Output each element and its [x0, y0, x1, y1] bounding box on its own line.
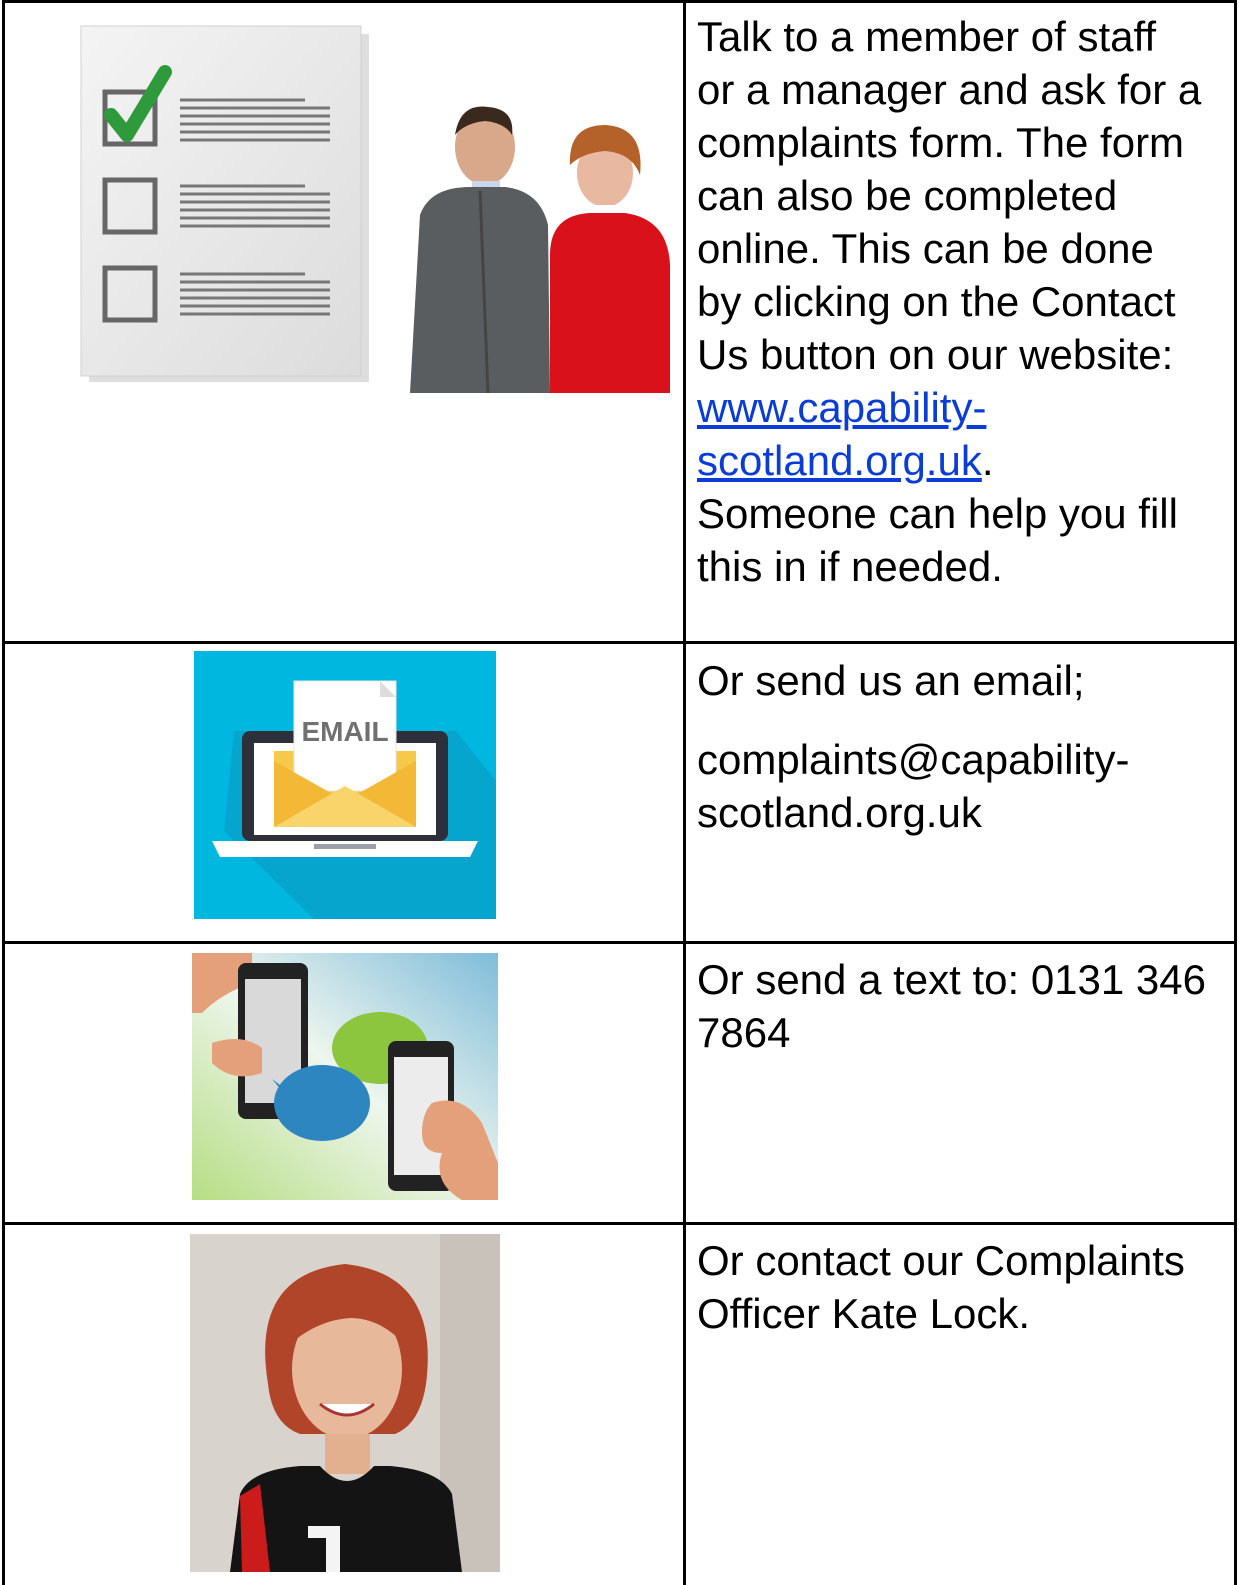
text-number-line-continued: 7864 [697, 1009, 791, 1056]
website-link[interactable]: www.capability- [697, 384, 986, 431]
row-divider-1 [2, 641, 1237, 644]
email-address: complaints@capability- [697, 736, 1130, 783]
email-address-continued: scotland.org.uk [697, 789, 982, 836]
link-period: . [981, 437, 994, 484]
table-border-right [1234, 0, 1237, 1585]
email-laptop-image: EMAIL [194, 651, 496, 919]
email-image-label: EMAIL [301, 716, 388, 747]
row4-text-block: Or contact our Complaints Officer Kate L… [697, 1234, 1227, 1340]
officer-line: Or contact our Complaints [697, 1237, 1185, 1284]
text-number-line: Or send a text to: 0131 346 [697, 956, 1207, 1003]
row1-line: can also be completed [697, 172, 1118, 219]
row1-line: Talk to a member of staff [697, 13, 1157, 60]
officer-line-continued: Officer Kate Lock. [697, 1290, 1031, 1337]
row1-line: this in if needed. [697, 543, 1003, 590]
row1-line: or a manager and ask for a [697, 66, 1202, 113]
table-column-divider [683, 0, 686, 1585]
checklist-document-image [75, 20, 375, 390]
people-talking-image [400, 95, 670, 393]
row3-text-block: Or send a text to: 0131 346 7864 [697, 953, 1232, 1059]
row2-text-block: Or send us an email; complaints@capabili… [697, 654, 1227, 839]
table-border-left [2, 0, 5, 1585]
row1-line: Someone can help you fill [697, 490, 1178, 537]
row1-line: by clicking on the Contact [697, 278, 1176, 325]
website-link-continued[interactable]: scotland.org.uk [697, 437, 982, 484]
phones-messaging-image [192, 953, 498, 1200]
row1-line: Us button on our website: [697, 331, 1174, 378]
row1-text-block: Talk to a member of staff or a manager a… [697, 10, 1227, 593]
row-divider-2 [2, 941, 1237, 944]
table-border-top [2, 0, 1237, 3]
email-intro: Or send us an email; [697, 657, 1085, 704]
complaints-officer-photo [190, 1234, 500, 1572]
row1-line: online. This can be done [697, 225, 1154, 272]
row1-line: complaints form. The form [697, 119, 1185, 166]
row-divider-3 [2, 1222, 1237, 1225]
